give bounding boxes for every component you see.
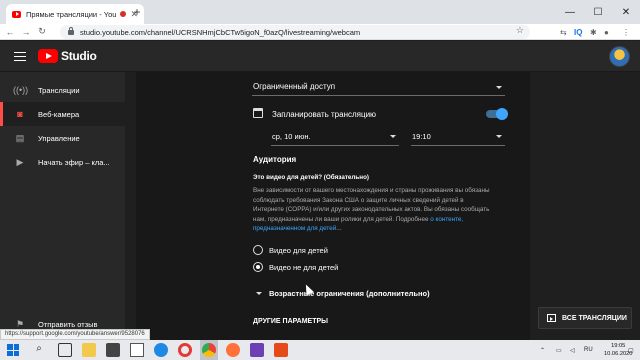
sidebar-item-label: Начать эфир – кла... (38, 157, 110, 167)
recording-indicator-icon (120, 11, 127, 17)
kids-description: Вне зависимости от вашего местонахождени… (253, 186, 513, 234)
address-bar[interactable]: studio.youtube.com/channel/UCRSNHmjCbCTw… (60, 25, 530, 39)
camera-icon: ◙ (17, 109, 23, 119)
kids-content-link[interactable]: о контенте, (430, 216, 463, 223)
chevron-down-icon[interactable] (496, 135, 502, 138)
back-arrow-icon[interactable]: ← (2, 27, 18, 37)
sidebar: ((•)) Трансляции ◙ Веб-камера ▤ Управлен… (0, 72, 125, 340)
chevron-down-icon[interactable] (496, 86, 502, 89)
tab-title: Прямые трансляции - YouT (26, 9, 117, 19)
sidebar-item-label: Отправить отзыв (38, 319, 98, 329)
sidebar-item-webcam[interactable]: ◙ Веб-камера (0, 102, 125, 126)
account-avatar[interactable] (609, 46, 630, 67)
lock-icon (68, 26, 74, 35)
schedule-toggle[interactable] (486, 108, 508, 120)
profile-icon[interactable]: ● (604, 24, 609, 40)
reload-icon[interactable]: ↻ (34, 26, 50, 37)
store-icon[interactable] (106, 343, 120, 357)
youtube-favicon-icon (12, 10, 21, 18)
sidebar-item-label: Трансляции (38, 85, 80, 95)
kids-question: Это видео для детей? (Обязательно) (253, 174, 370, 181)
kids-desc-line: Вне зависимости от вашего местонахождени… (253, 187, 490, 194)
window-maximize-button[interactable]: ☐ (584, 0, 612, 24)
schedule-label: Запланировать трансляцию (272, 110, 377, 119)
browser-tab-strip: Прямые трансляции - YouT ✕ + — ☐ ✕ (0, 0, 640, 24)
hamburger-menu-icon[interactable] (14, 52, 26, 61)
chevron-down-icon[interactable] (390, 135, 396, 138)
time-select[interactable]: 19:10 (412, 132, 431, 141)
calculator-icon[interactable] (130, 343, 144, 357)
browser-menu-icon[interactable]: ⋮ (622, 24, 630, 40)
visibility-select[interactable]: Ограниченный доступ (253, 82, 335, 91)
window-minimize-button[interactable]: — (556, 0, 584, 24)
chevron-down-icon[interactable] (256, 292, 262, 295)
edge-icon[interactable] (154, 343, 168, 357)
option-kids-label[interactable]: Видео для детей (269, 246, 328, 255)
manage-icon: ▤ (15, 132, 25, 143)
studio-header: Studio (0, 41, 640, 72)
date-select[interactable]: ср, 10 июн. (272, 132, 311, 141)
kids-desc-line: нам, предназначены ли ваши ролики для де… (253, 215, 429, 223)
file-explorer-icon[interactable] (82, 343, 96, 357)
streams-list-icon (547, 314, 556, 322)
browser-tab[interactable]: Прямые трансляции - YouT ✕ (6, 4, 144, 24)
firefox-icon[interactable] (226, 343, 240, 357)
sidebar-item-label: Управление (38, 133, 80, 143)
tray-chevron-icon[interactable]: ⌃ (540, 340, 545, 360)
youtube-logo-icon[interactable] (38, 49, 58, 63)
start-stream-icon: ▶ (16, 156, 24, 167)
sidebar-item-start-stream[interactable]: ▶ Начать эфир – кла... (0, 150, 125, 174)
browser-toolbar: ← → ↻ studio.youtube.com/channel/UCRSNHm… (0, 24, 640, 40)
kids-desc-line: соблюдать требования Закона США о защите… (253, 196, 464, 204)
radio-not-for-kids[interactable] (253, 262, 263, 272)
status-url-tooltip: https://support.google.com/youtube/answe… (0, 329, 150, 340)
other-params-heading[interactable]: ДРУГИЕ ПАРАМЕТРЫ (253, 318, 328, 325)
extension-iq-icon[interactable]: IQ (574, 24, 582, 40)
sidebar-item-label: Веб-камера (38, 109, 80, 119)
feedback-icon: ⚑ (15, 318, 25, 329)
visibility-underline (252, 95, 505, 96)
sidebar-item-broadcasts[interactable]: ((•)) Трансляции (0, 78, 125, 102)
windows-start-icon[interactable] (6, 343, 20, 357)
notifications-icon[interactable]: ▢ (628, 340, 634, 360)
time-underline (411, 145, 505, 146)
all-streams-button[interactable]: ВСЕ ТРАНСЛЯЦИИ (538, 307, 632, 329)
kids-desc-line: Интернете (COPPA) и/или других законодат… (253, 206, 490, 213)
chrome-active-icon[interactable] (200, 340, 218, 360)
sidebar-item-manage[interactable]: ▤ Управление (0, 126, 125, 150)
studio-brand: Studio (61, 49, 97, 63)
age-restriction-expander[interactable]: Возрастные ограничения (дополнительно) (269, 289, 430, 298)
recorder-icon[interactable] (274, 343, 288, 357)
extension-icon[interactable]: ⇆ (560, 24, 567, 40)
kids-desc-end: ... (336, 225, 342, 232)
kids-content-link-2[interactable]: предназначенном для детей (253, 225, 336, 232)
window-close-button[interactable]: ✕ (612, 0, 640, 24)
search-icon[interactable]: ⌕ (32, 343, 46, 357)
address-url: studio.youtube.com/channel/UCRSNHmjCbCTw… (80, 27, 361, 37)
volume-icon[interactable]: ◁ (570, 340, 575, 360)
forward-arrow-icon[interactable]: → (18, 27, 34, 37)
option-not-kids-label[interactable]: Видео не для детей (269, 263, 338, 272)
new-tab-button[interactable]: + (130, 5, 144, 19)
windows-taskbar: ⌕ ⌃ ▭ ◁ RU 19:05 10.06.2020 ▢ (0, 340, 640, 360)
all-streams-label: ВСЕ ТРАНСЛЯЦИИ (562, 314, 627, 322)
bookmark-star-icon[interactable]: ☆ (516, 25, 524, 36)
task-view-icon[interactable] (58, 343, 72, 357)
extensions-puzzle-icon[interactable]: ✱ (590, 24, 597, 40)
calendar-icon (253, 108, 263, 118)
audience-title: Аудитория (253, 155, 297, 164)
network-icon[interactable]: ▭ (556, 340, 562, 360)
date-underline (271, 145, 399, 146)
radio-made-for-kids[interactable] (253, 245, 263, 255)
language-indicator[interactable]: RU (584, 340, 593, 360)
opera-icon[interactable] (178, 343, 192, 357)
app-icon[interactable] (250, 343, 264, 357)
broadcast-icon: ((•)) (13, 85, 29, 95)
